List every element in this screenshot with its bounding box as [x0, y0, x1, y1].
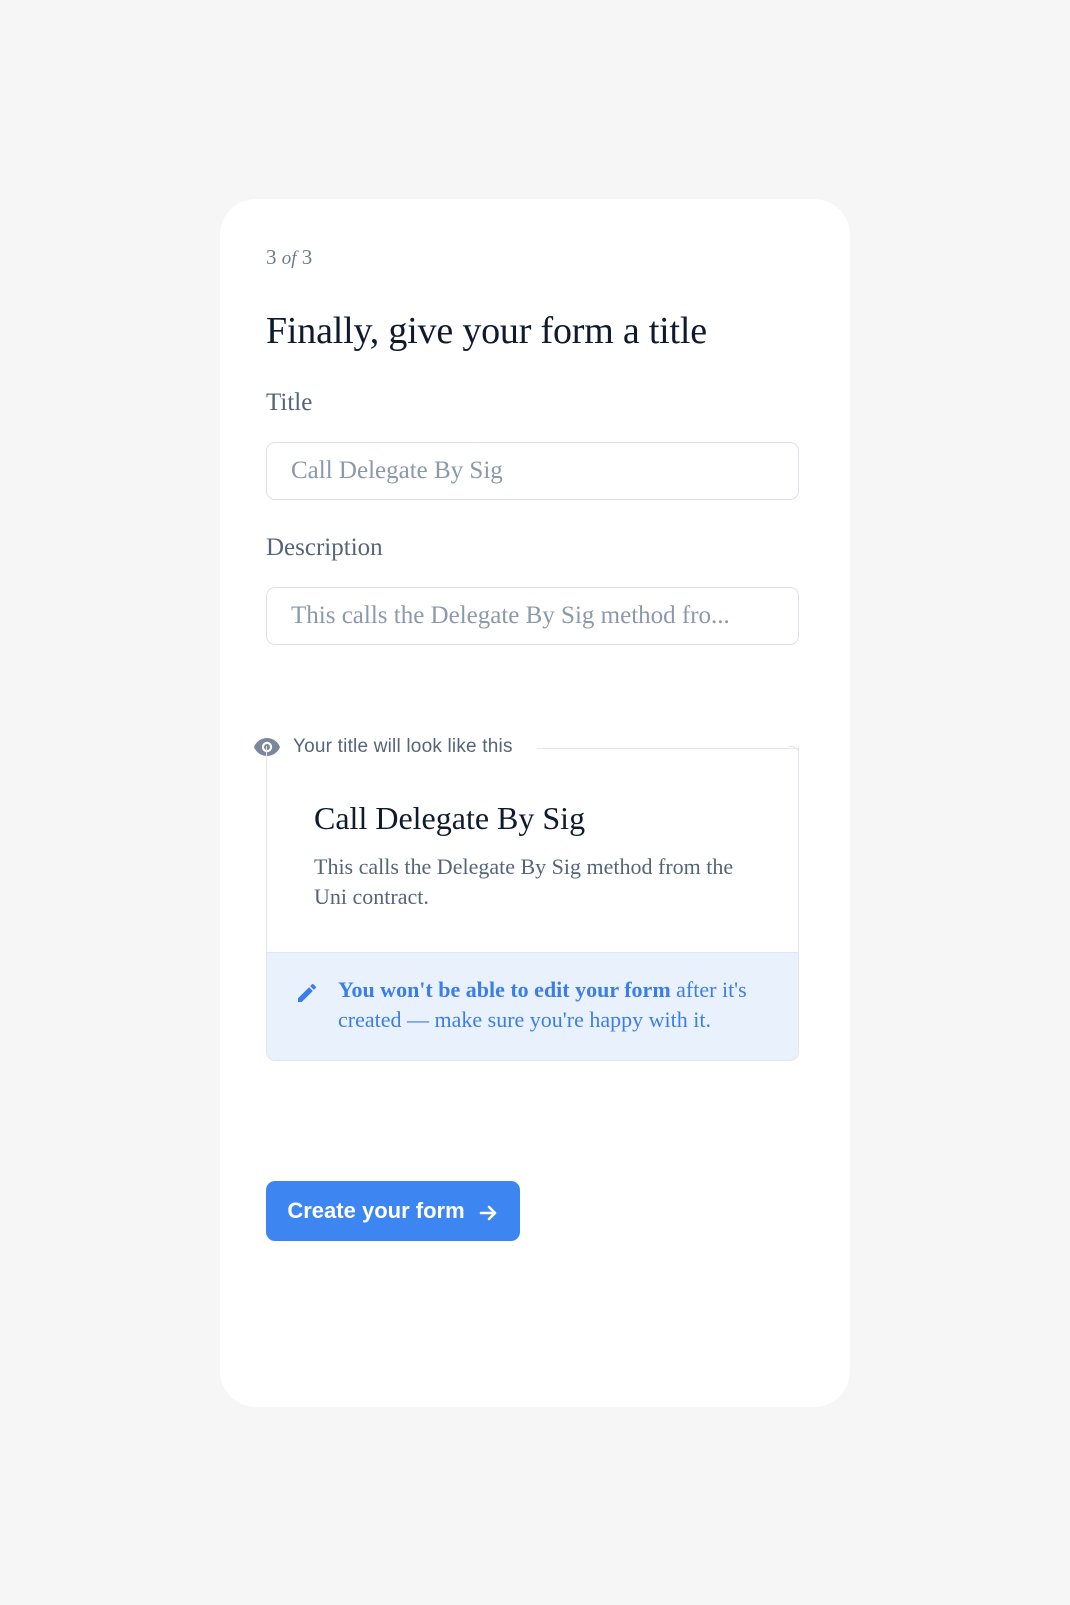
pencil-icon: [295, 981, 319, 1005]
preview-description: This calls the Delegate By Sig method fr…: [314, 854, 734, 909]
edit-warning-text: You won't be able to edit your form afte…: [338, 975, 778, 1035]
preview-title: Call Delegate By Sig: [314, 800, 586, 836]
edit-warning-notice: You won't be able to edit your form afte…: [267, 952, 798, 1060]
preview-box: Call Delegate By Sig This calls the Dele…: [266, 746, 799, 1061]
step-of: of: [281, 248, 297, 269]
title-input[interactable]: [266, 442, 799, 500]
step-total: 3: [301, 245, 313, 269]
step-indicator: 3 of 3: [266, 245, 312, 270]
description-input[interactable]: [266, 587, 799, 645]
page-title: Finally, give your form a title: [266, 310, 707, 352]
arrow-right-icon: [479, 1202, 499, 1221]
create-form-label: Create your form: [287, 1198, 465, 1223]
description-label: Description: [266, 534, 383, 561]
edit-warning-bold: You won't be able to edit your form: [338, 977, 671, 1002]
title-label: Title: [266, 389, 313, 416]
create-form-button[interactable]: Create your form: [266, 1181, 520, 1241]
form-card: 3 of 3 Finally, give your form a title T…: [220, 199, 850, 1407]
step-current: 3: [266, 245, 277, 269]
